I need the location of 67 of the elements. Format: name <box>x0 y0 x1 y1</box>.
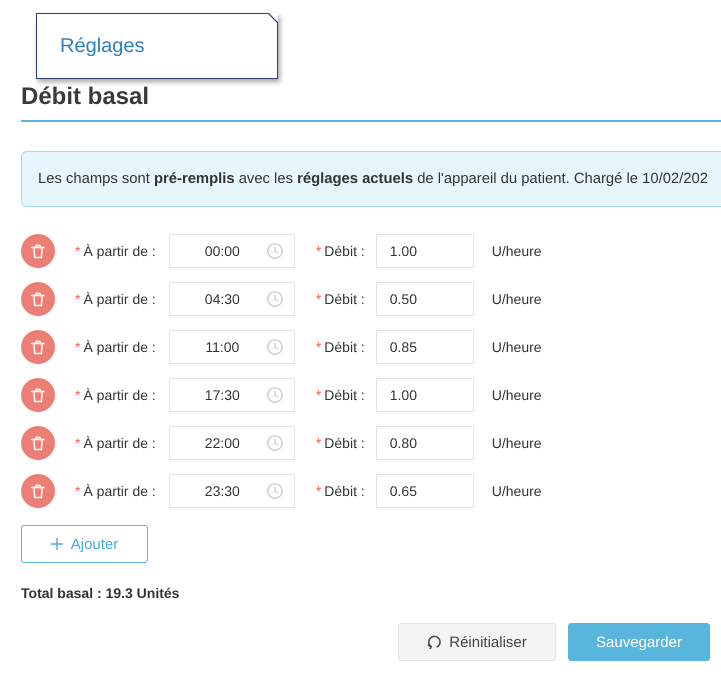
trash-icon <box>31 388 45 402</box>
time-field[interactable]: 17:30 <box>168 378 295 412</box>
section-heading: Débit basal <box>21 83 150 111</box>
required-mark: * <box>316 339 322 355</box>
delete-button[interactable] <box>21 282 55 316</box>
total-basal-text: Total basal : 19.3 Unités <box>21 585 180 601</box>
unit-label: U/heure <box>492 243 542 259</box>
delete-button[interactable] <box>21 234 55 268</box>
rate-field[interactable]: 1.00 <box>376 234 474 268</box>
delete-button[interactable] <box>21 426 55 460</box>
delete-button[interactable] <box>21 474 55 508</box>
rate-field[interactable]: 0.85 <box>376 330 474 364</box>
info-text: Les champs sont pré-remplis avec les réglages actuels de l'appareil du patient. Chargé le 10/02/202 <box>38 171 708 187</box>
delete-button[interactable] <box>21 378 55 412</box>
required-mark: * <box>316 387 322 403</box>
field-label: Débit : <box>324 243 365 259</box>
clock-icon <box>266 291 283 307</box>
field-label: À partir de : <box>83 483 156 499</box>
trash-icon <box>31 340 45 354</box>
trash-icon <box>31 436 45 450</box>
reset-button[interactable]: Réinitialiser <box>398 623 556 661</box>
settings-title: Réglages <box>60 34 145 58</box>
field-label: À partir de : <box>83 243 156 259</box>
rate-field[interactable]: 0.80 <box>376 426 474 460</box>
unit-label: U/heure <box>492 291 542 307</box>
required-mark: * <box>316 243 322 259</box>
time-field[interactable]: 22:00 <box>168 426 295 460</box>
trash-icon <box>31 292 45 306</box>
field-label: Débit : <box>324 483 365 499</box>
clock-icon <box>266 339 283 355</box>
time-field[interactable]: 04:30 <box>168 282 295 316</box>
clock-icon <box>266 387 283 403</box>
field-label: À partir de : <box>83 339 156 355</box>
required-mark: * <box>75 243 80 259</box>
rate-field[interactable]: 0.50 <box>376 282 474 316</box>
time-field[interactable]: 00:00 <box>168 234 295 268</box>
unit-label: U/heure <box>492 339 542 355</box>
field-label: Débit : <box>324 339 365 355</box>
trash-icon <box>31 244 45 258</box>
field-label: À partir de : <box>83 387 156 403</box>
unit-label: U/heure <box>492 483 542 499</box>
field-label: Débit : <box>324 291 365 307</box>
field-label: Débit : <box>324 435 365 451</box>
field-label: À partir de : <box>83 435 156 451</box>
rate-field[interactable]: 0.65 <box>376 474 474 508</box>
clock-icon <box>266 435 283 451</box>
clock-icon <box>266 483 283 499</box>
plus-icon <box>50 538 63 550</box>
required-mark: * <box>316 483 322 499</box>
required-mark: * <box>316 291 322 307</box>
required-mark: * <box>75 339 80 355</box>
required-mark: * <box>316 435 322 451</box>
required-mark: * <box>75 291 80 307</box>
rate-field[interactable]: 1.00 <box>376 378 474 412</box>
required-mark: * <box>75 387 80 403</box>
unit-label: U/heure <box>492 387 542 403</box>
field-label: Débit : <box>324 387 365 403</box>
field-label: À partir de : <box>83 291 156 307</box>
trash-icon <box>31 484 45 498</box>
clock-icon <box>266 243 283 259</box>
refresh-icon <box>427 635 442 649</box>
delete-button[interactable] <box>21 330 55 364</box>
unit-label: U/heure <box>492 435 542 451</box>
time-field[interactable]: 11:00 <box>168 330 295 364</box>
required-mark: * <box>75 435 80 451</box>
required-mark: * <box>75 483 80 499</box>
time-field[interactable]: 23:30 <box>168 474 295 508</box>
